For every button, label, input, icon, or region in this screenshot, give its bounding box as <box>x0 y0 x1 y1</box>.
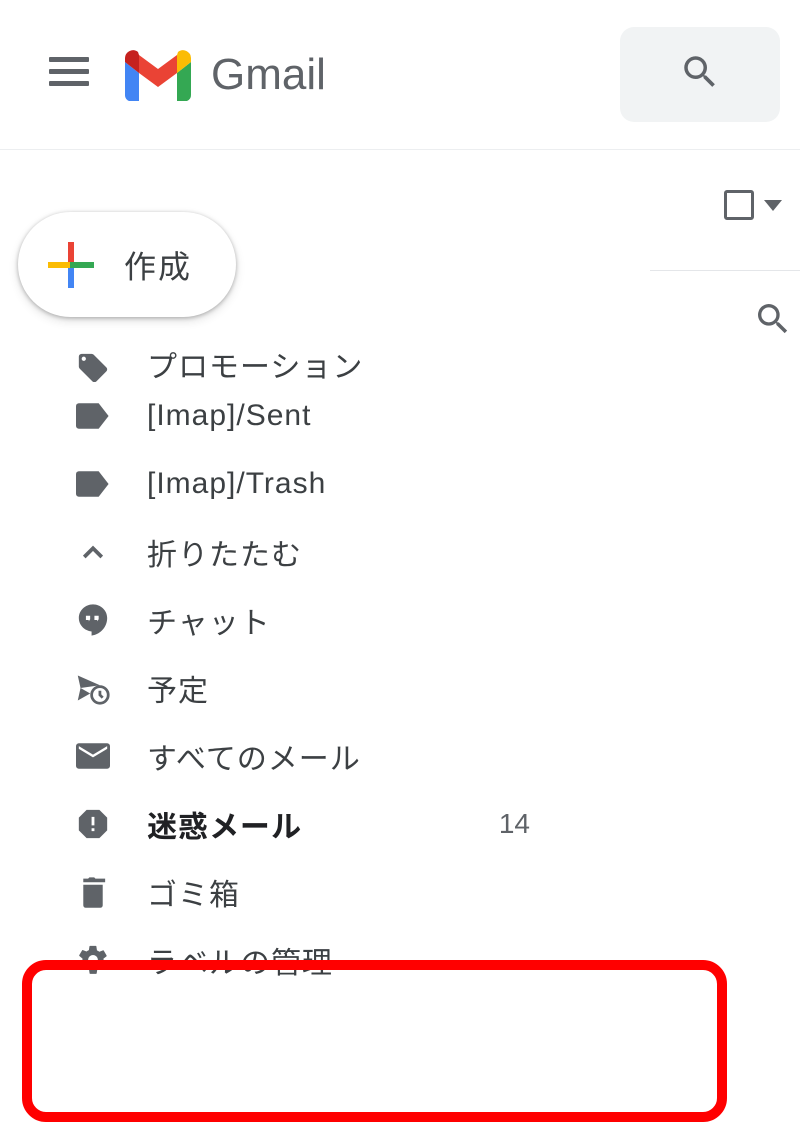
search-icon <box>679 51 721 98</box>
chevron-down-icon <box>764 200 782 211</box>
sidebar-item-label: [Imap]/Sent <box>147 399 311 433</box>
mail-icon <box>75 738 111 774</box>
sidebar-item-label: ゴミ箱 <box>147 870 240 914</box>
sidebar-item-label: 予定 <box>147 666 209 710</box>
label-icon <box>75 398 111 434</box>
trash-icon <box>75 874 111 910</box>
divider <box>650 270 800 271</box>
gmail-wordmark: Gmail <box>211 50 326 100</box>
tag-icon <box>75 350 111 382</box>
checkbox-icon <box>724 190 754 220</box>
search-button-secondary[interactable] <box>752 300 794 342</box>
header: Gmail <box>0 0 800 150</box>
unread-count: 14 <box>499 808 530 840</box>
compose-label: 作成 <box>124 242 192 288</box>
sidebar-item-scheduled[interactable]: 予定 <box>0 654 540 722</box>
sidebar-item-spam[interactable]: 迷惑メール 14 <box>0 790 540 858</box>
sidebar-item-label: ラベルの管理 <box>147 938 333 982</box>
chevron-up-icon <box>75 534 111 570</box>
hamburger-icon <box>49 57 89 92</box>
spam-icon <box>75 806 111 842</box>
main-menu-button[interactable] <box>45 51 93 99</box>
sidebar-item-label: プロモーション <box>147 348 363 382</box>
select-all-control[interactable] <box>724 190 782 220</box>
sidebar-item-label: [Imap]/Trash <box>147 467 326 501</box>
sidebar-item-chat[interactable]: チャット <box>0 586 540 654</box>
sidebar-item-imap-trash[interactable]: [Imap]/Trash <box>0 450 540 518</box>
sidebar-item-manage-labels[interactable]: ラベルの管理 <box>0 926 540 994</box>
sidebar-item-imap-sent[interactable]: [Imap]/Sent <box>0 382 540 450</box>
search-button[interactable] <box>620 27 780 122</box>
sidebar-item-collapse[interactable]: 折りたたむ <box>0 518 540 586</box>
gmail-logo[interactable]: Gmail <box>123 49 326 101</box>
hangouts-icon <box>75 602 111 638</box>
sidebar-item-all-mail[interactable]: すべてのメール <box>0 722 540 790</box>
plus-icon <box>48 242 94 288</box>
schedule-icon <box>75 670 111 706</box>
gear-icon <box>75 942 111 978</box>
sidebar-item-trash[interactable]: ゴミ箱 <box>0 858 540 926</box>
compose-button[interactable]: 作成 <box>18 212 236 317</box>
label-icon <box>75 466 111 502</box>
sidebar-item-label: チャット <box>147 598 271 642</box>
sidebar-item-promotions[interactable]: プロモーション <box>0 348 540 382</box>
sidebar-item-label: 迷惑メール <box>147 802 302 846</box>
search-icon <box>753 299 793 344</box>
sidebar: プロモーション [Imap]/Sent [Imap]/Trash 折りたたむ チ… <box>0 348 540 994</box>
sidebar-item-label: すべてのメール <box>147 734 361 778</box>
sidebar-item-label: 折りたたむ <box>147 530 302 574</box>
gmail-m-icon <box>123 49 193 101</box>
